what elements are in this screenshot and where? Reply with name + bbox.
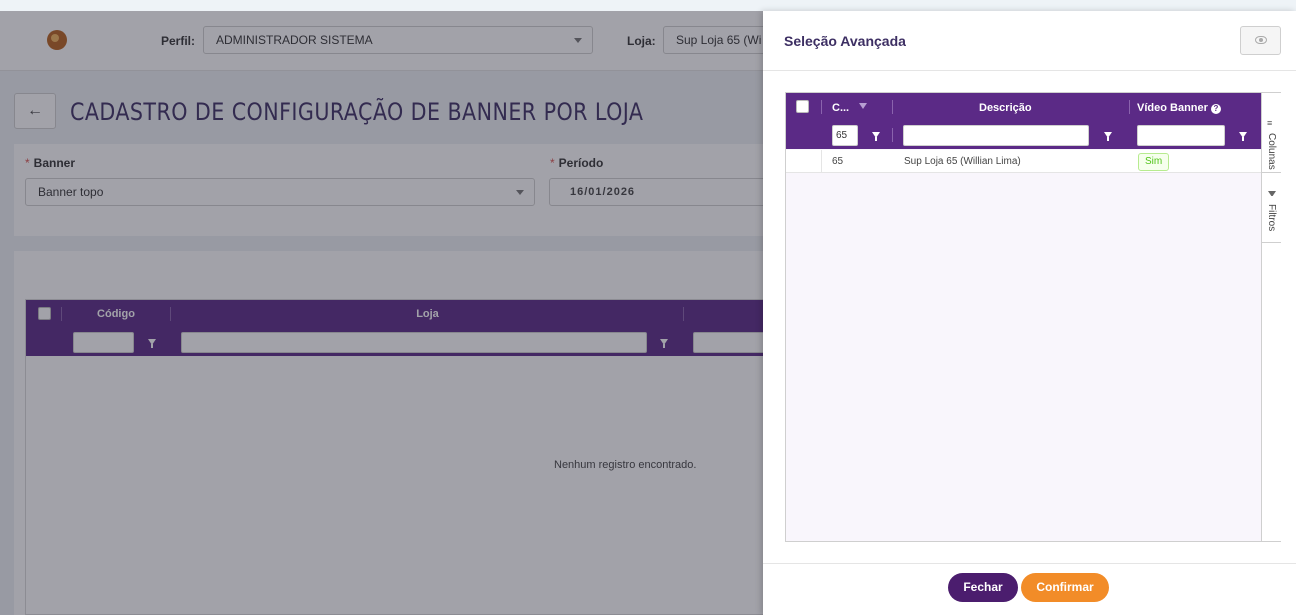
tab-colunas[interactable]: ≡ Colunas [1262,93,1281,173]
drawer-title: Seleção Avançada [784,33,906,49]
grid-filter-row: 65 [786,121,1261,149]
col-descricao-header[interactable]: Descrição [979,102,1032,114]
status-badge: Sim [1138,153,1170,171]
filter-icon[interactable] [859,103,867,109]
descricao-filter-input[interactable] [903,125,1089,146]
visibility-button[interactable] [1240,26,1281,55]
col-separator [892,100,893,114]
tab-filtros[interactable]: Filtros [1262,173,1281,243]
codigo-filter-input[interactable]: 65 [832,125,858,146]
row-codigo: 65 [832,156,844,167]
top-strip [0,0,1296,11]
tab-filtros-label: Filtros [1266,204,1277,232]
table-row[interactable]: 65 Sup Loja 65 (Willian Lima) Sim [786,150,1261,173]
confirmar-button[interactable]: Confirmar [1021,573,1109,602]
video-banner-filter-input[interactable] [1137,125,1225,146]
col-codigo-header[interactable]: C... [832,102,849,114]
tab-colunas-label: Colunas [1266,133,1277,170]
cell-divider [821,150,822,173]
filter-icon [1268,191,1276,200]
divider [763,563,1296,564]
divider [763,70,1296,71]
filter-icon[interactable] [1239,132,1247,141]
select-all-checkbox[interactable] [796,100,809,113]
col-separator [892,128,893,142]
advanced-selection-drawer: Seleção Avançada C... Descrição Vídeo Ba… [763,11,1296,615]
eye-icon [1255,36,1267,44]
modal-overlay[interactable] [0,11,763,615]
col-separator [1129,100,1130,114]
filter-icon[interactable] [872,132,880,141]
col-video-banner-header[interactable]: Vídeo Banner? [1137,102,1221,114]
row-descricao: Sup Loja 65 (Willian Lima) [904,156,1021,167]
fechar-button[interactable]: Fechar [948,573,1018,602]
help-icon[interactable]: ? [1210,104,1221,114]
columns-icon: ≡ [1267,118,1273,128]
col-separator [821,100,822,114]
filter-icon[interactable] [1104,132,1112,141]
selection-grid: C... Descrição Vídeo Banner? 65 65 Sup L… [785,92,1281,542]
grid-header: C... Descrição Vídeo Banner? [786,93,1261,121]
side-panel: ≡ Colunas Filtros [1261,93,1281,541]
col-video-banner-label: Vídeo Banner [1137,102,1208,114]
